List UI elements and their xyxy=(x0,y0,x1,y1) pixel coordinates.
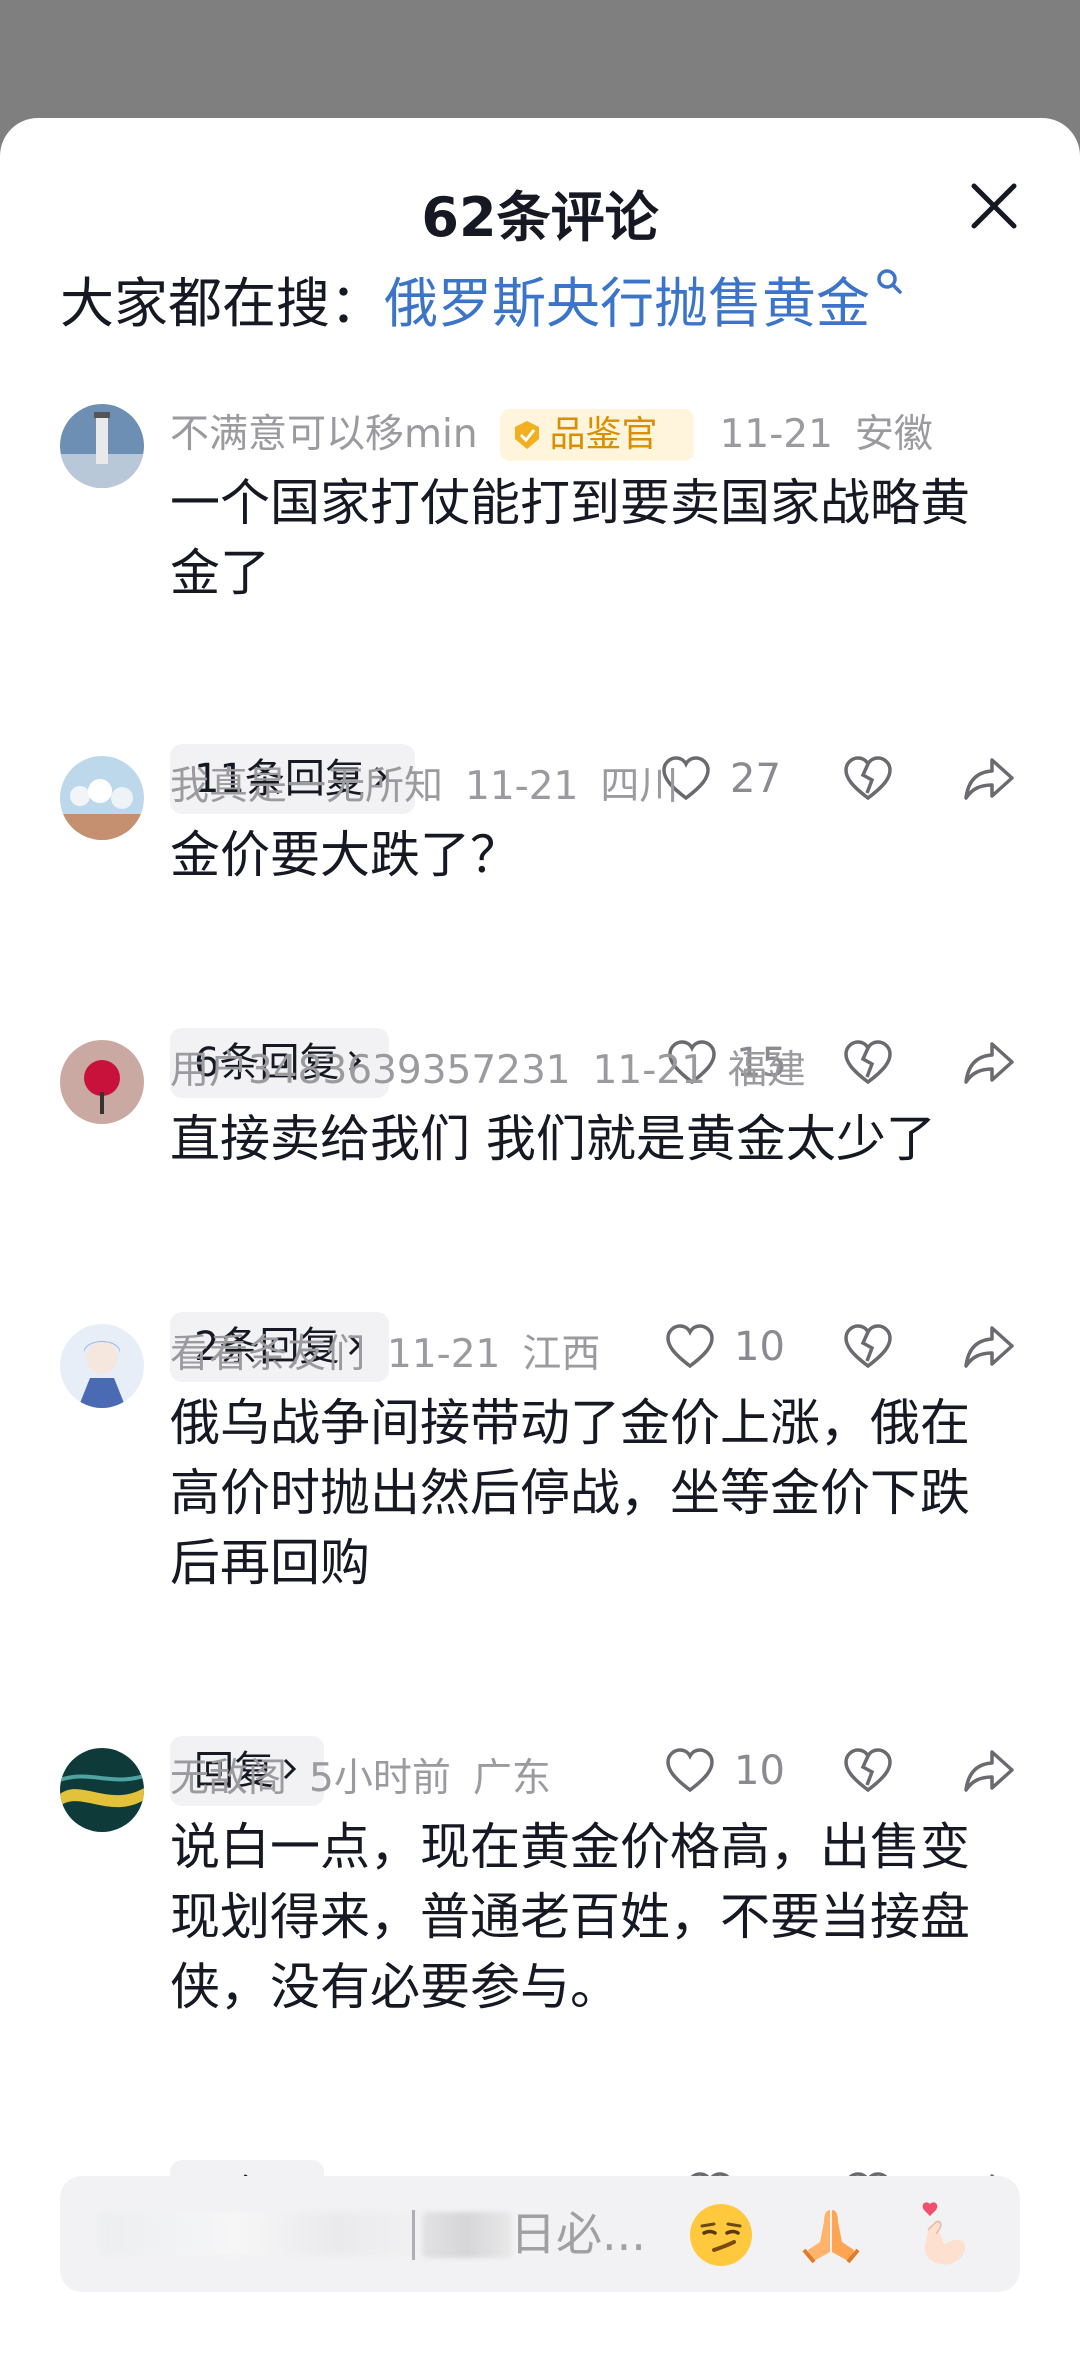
smirk-emoji-icon[interactable] xyxy=(686,2200,756,2270)
comment-text: 直接卖给我们 我们就是黄金太少了 xyxy=(170,1110,936,1168)
share-icon[interactable] xyxy=(962,1320,1016,1374)
pray-emoji-icon[interactable] xyxy=(796,2200,866,2270)
share-icon[interactable] xyxy=(962,752,1016,806)
comment-location: 江西 xyxy=(522,1332,601,1377)
like-count: 10 xyxy=(734,1748,785,1794)
comment-text: 俄乌战争间接带动了金价上涨，俄在高价时抛出然后停战，坐等金价下跌后再回购 xyxy=(170,1394,970,1592)
comment-date: 11-21 xyxy=(592,1048,706,1093)
search-icon[interactable] xyxy=(874,266,904,306)
blurred-placeholder xyxy=(100,2212,440,2256)
comments-title: 62条评论 xyxy=(421,186,659,249)
comment-location: 广东 xyxy=(472,1756,551,1801)
comment-meta: 看看条友们 11-21 江西 xyxy=(170,1326,622,1384)
comment-username[interactable]: 不满意可以移min xyxy=(170,406,478,464)
comment-input[interactable]: 日必... xyxy=(60,2176,1020,2292)
broken-heart-icon[interactable] xyxy=(842,1321,894,1373)
broken-heart-icon[interactable] xyxy=(842,1037,894,1089)
comment-meta: 我真是一无所知 11-21 四川 xyxy=(170,758,700,816)
comment-location: 安徽 xyxy=(854,412,933,457)
comment-text: 说白一点，现在黄金价格高，出售变现划得来，普通老百姓，不要当接盘侠，没有必要参与… xyxy=(170,1818,970,2016)
blurred-placeholder xyxy=(422,2212,512,2258)
search-suggestion: 大家都在搜：俄罗斯央行抛售黄金 xyxy=(60,266,904,342)
text-cursor xyxy=(412,2210,415,2260)
comment-username[interactable]: 看看条友们 xyxy=(170,1326,365,1384)
heart-icon[interactable] xyxy=(664,1321,716,1373)
share-icon[interactable] xyxy=(962,1744,1016,1798)
like-count: 27 xyxy=(730,756,781,802)
comment-meta: 不满意可以移min 品鉴官 11-21 安徽 xyxy=(170,406,955,464)
avatar[interactable] xyxy=(60,1748,144,1832)
finger-heart-emoji-icon[interactable] xyxy=(906,2200,976,2270)
comments-sheet: 62条评论 大家都在搜：俄罗斯央行抛售黄金 不满意可以移min 品鉴官 11-2… xyxy=(0,118,1080,2374)
comment-username[interactable]: 用户3483639357231 xyxy=(170,1042,571,1100)
comment-text: 金价要大跌了？ xyxy=(170,826,520,884)
search-suggestion-link[interactable]: 俄罗斯央行抛售黄金 xyxy=(384,272,870,335)
comment-date: 11-21 xyxy=(719,412,833,457)
broken-heart-icon[interactable] xyxy=(842,1745,894,1797)
comment-meta: 无敌阁 5小时前 广东 xyxy=(170,1750,573,1808)
comment-date: 11-21 xyxy=(387,1332,501,1377)
heart-icon[interactable] xyxy=(664,1745,716,1797)
close-icon[interactable] xyxy=(962,174,1026,238)
badge-label: 品鉴官 xyxy=(549,414,658,455)
avatar[interactable] xyxy=(60,1040,144,1124)
avatar[interactable] xyxy=(60,1324,144,1408)
avatar[interactable] xyxy=(60,756,144,840)
comment-username[interactable]: 无敌阁 xyxy=(170,1750,287,1808)
avatar[interactable] xyxy=(60,404,144,488)
comment-location: 福建 xyxy=(727,1048,806,1093)
like-count: 10 xyxy=(734,1324,785,1370)
user-badge: 品鉴官 xyxy=(499,409,694,461)
comment-meta: 用户3483639357231 11-21 福建 xyxy=(170,1042,828,1100)
search-prefix: 大家都在搜： xyxy=(60,272,384,335)
broken-heart-icon[interactable] xyxy=(842,753,894,805)
comment-date: 11-21 xyxy=(465,764,579,809)
comment-text: 一个国家打仗能打到要卖国家战略黄金了 xyxy=(170,474,970,602)
comment-username[interactable]: 我真是一无所知 xyxy=(170,758,443,816)
input-placeholder-text: 日必... xyxy=(510,2207,646,2261)
comment-date: 5小时前 xyxy=(309,1756,451,1801)
comment-location: 四川 xyxy=(600,764,679,809)
share-icon[interactable] xyxy=(962,1036,1016,1090)
badge-icon xyxy=(514,421,539,449)
